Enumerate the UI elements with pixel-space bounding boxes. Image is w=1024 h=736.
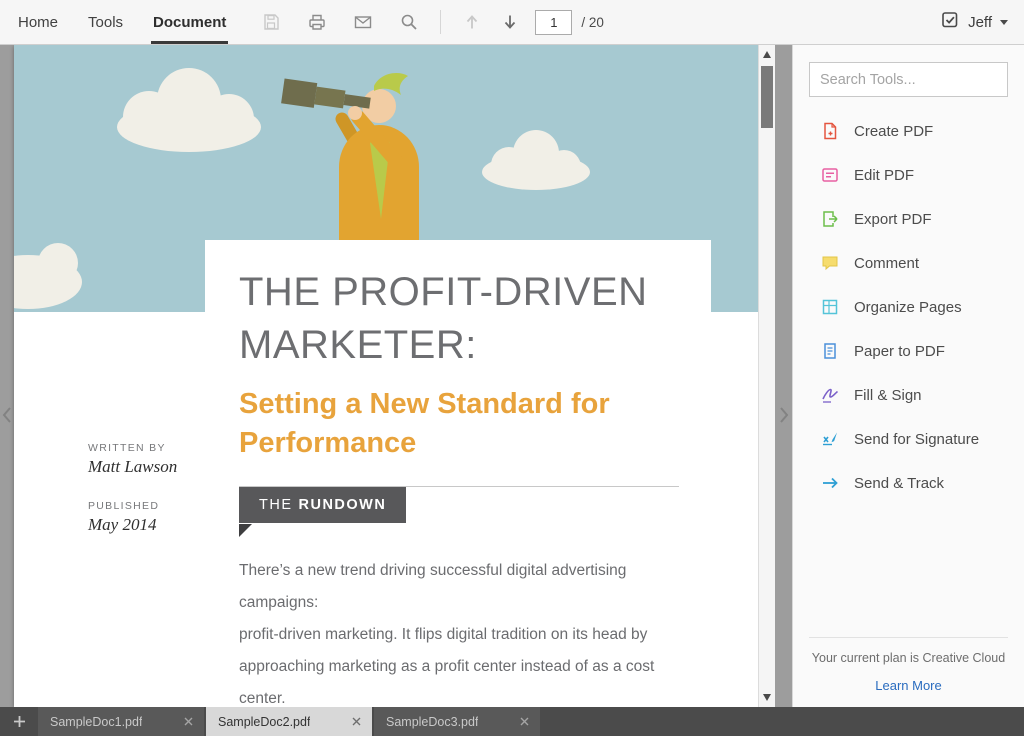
user-avatar-icon [940,10,960,35]
tool-label: Edit PDF [854,167,914,184]
tool-item-create-pdf[interactable]: Create PDF [819,109,1024,153]
vertical-scrollbar[interactable] [758,45,775,707]
document-tab-bar: SampleDoc1.pdf SampleDoc2.pdf SampleDoc3… [0,707,1024,736]
user-name: Jeff [968,14,992,31]
close-tab-icon[interactable] [181,715,195,729]
tool-label: Comment [854,255,919,272]
tab-sampledoc3[interactable]: SampleDoc3.pdf [374,707,540,736]
tool-label: Send for Signature [854,431,979,448]
title-line-2: MARKETER: [239,319,648,372]
previous-page-chevron-icon[interactable] [1,405,13,425]
email-icon[interactable] [352,11,374,33]
document-title: THE PROFIT-DRIVEN MARKETER: [239,266,648,372]
toolbar-separator [440,10,441,34]
edit-pdf-icon [819,164,841,186]
body-line: approaching marketing as a profit center… [239,651,701,707]
tool-label: Send & Track [854,475,944,492]
page-up-icon[interactable] [461,11,483,33]
hand [348,106,362,120]
user-menu[interactable]: Jeff [940,10,1024,35]
body-text: There’s a new trend driving successful d… [239,555,701,707]
tool-item-export-pdf[interactable]: Export PDF [819,197,1024,241]
create-pdf-icon [819,120,841,142]
search-icon[interactable] [398,11,420,33]
rundown-section: THE RUNDOWN [239,486,679,523]
written-by-label: WRITTEN BY [88,442,218,454]
next-page-chevron-icon[interactable] [778,405,790,425]
tool-label: Create PDF [854,123,933,140]
tool-item-paper-to-pdf[interactable]: Paper to PDF [819,329,1024,373]
paper-to-pdf-icon [819,340,841,362]
page-count-label: / 20 [581,15,604,30]
scrollbar-thumb[interactable] [761,66,773,128]
fill-sign-icon [819,384,841,406]
rundown-the: THE [259,497,293,513]
author-name: Matt Lawson [88,457,218,477]
tab-sampledoc2[interactable]: SampleDoc2.pdf [206,707,372,736]
rundown-word: RUNDOWN [299,497,387,513]
rundown-badge-tail [239,524,252,537]
organize-pages-icon [819,296,841,318]
subtitle-line-2: Performance [239,424,610,463]
scroll-down-arrow-icon[interactable] [763,694,771,701]
caret-down-icon [1000,20,1008,25]
tool-item-fill-sign[interactable]: Fill & Sign [819,373,1024,417]
top-toolbar: Home Tools Document [0,0,1024,45]
menu-home[interactable]: Home [16,0,60,44]
title-line-1: THE PROFIT-DRIVEN [239,266,648,319]
page-nav-group [461,11,521,33]
menu-tools[interactable]: Tools [86,0,125,44]
tool-label: Paper to PDF [854,343,945,360]
tool-item-organize-pages[interactable]: Organize Pages [819,285,1024,329]
subtitle-line-1: Setting a New Standard for [239,385,610,424]
send-track-icon [819,472,841,494]
rundown-badge: THE RUNDOWN [239,487,406,523]
plan-text: Your current plan is Creative Cloud [809,651,1008,665]
tool-item-send-for-signature[interactable]: Send for Signature [819,417,1024,461]
body-line: There’s a new trend driving successful d… [239,555,701,619]
learn-more-link[interactable]: Learn More [875,678,941,693]
scroll-up-arrow-icon[interactable] [763,51,771,58]
menu-document[interactable]: Document [151,0,228,44]
published-label: PUBLISHED [88,500,218,512]
close-tab-icon[interactable] [517,715,531,729]
tool-label: Organize Pages [854,299,962,316]
send-for-signature-icon [819,428,841,450]
export-pdf-icon [819,208,841,230]
tool-list: Create PDF Edit PDF Export PDF Comment [793,105,1024,505]
toolbar-icon-group [260,11,420,33]
published-date: May 2014 [88,515,218,535]
pdf-page: THE PROFIT-DRIVEN MARKETER: Setting a Ne… [14,45,758,707]
panel-footer: Your current plan is Creative Cloud Lear… [809,637,1008,695]
save-icon[interactable] [260,11,282,33]
tool-label: Fill & Sign [854,387,922,404]
print-icon[interactable] [306,11,328,33]
new-tab-icon[interactable] [0,707,38,736]
byline-block: WRITTEN BY Matt Lawson PUBLISHED May 201… [88,442,218,535]
document-subtitle: Setting a New Standard for Performance [239,385,610,463]
tab-label: SampleDoc2.pdf [218,715,310,729]
close-tab-icon[interactable] [349,715,363,729]
comment-icon [819,252,841,274]
search-tools-input[interactable] [809,62,1008,97]
tool-item-comment[interactable]: Comment [819,241,1024,285]
page-down-icon[interactable] [499,11,521,33]
body-line: profit-driven marketing. It flips digita… [239,619,701,651]
tab-sampledoc1[interactable]: SampleDoc1.pdf [38,707,204,736]
tab-label: SampleDoc1.pdf [50,715,142,729]
tool-label: Export PDF [854,211,932,228]
tools-panel: Create PDF Edit PDF Export PDF Comment [792,45,1024,707]
page-number-input[interactable] [535,10,572,35]
acrobat-window: Home Tools Document [0,0,1024,736]
tool-item-edit-pdf[interactable]: Edit PDF [819,153,1024,197]
document-viewer: THE PROFIT-DRIVEN MARKETER: Setting a Ne… [0,45,792,707]
tool-item-send-track[interactable]: Send & Track [819,461,1024,505]
tab-label: SampleDoc3.pdf [386,715,478,729]
